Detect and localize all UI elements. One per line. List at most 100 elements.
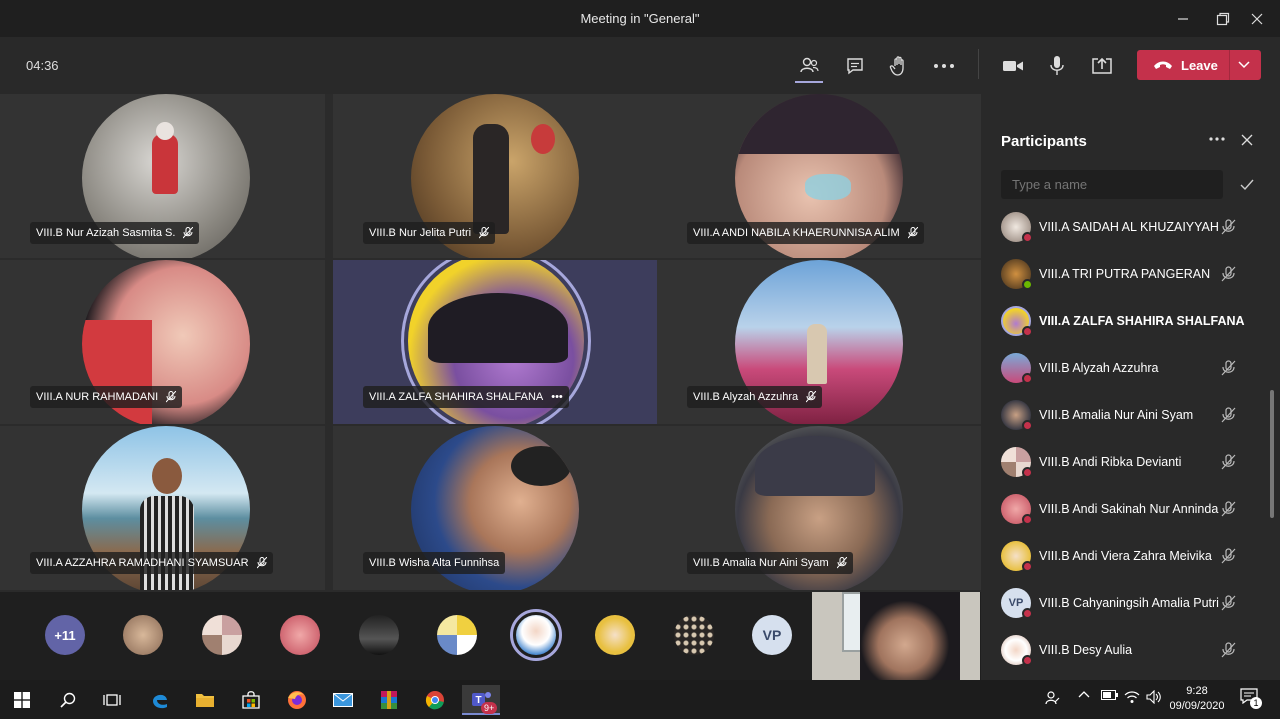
panel-scrollbar[interactable] bbox=[1270, 390, 1274, 518]
system-clock[interactable]: 9:28 09/09/2020 bbox=[1166, 684, 1228, 714]
participant-name-tag: VIII.B Nur Azizah Sasmita S. bbox=[30, 222, 200, 244]
participant-name: VIII.A SAIDAH AL KHUZAIYYAH bbox=[1039, 220, 1219, 234]
edge-app[interactable] bbox=[144, 685, 176, 715]
participant-thumbnail[interactable] bbox=[202, 615, 242, 655]
search-participants-input[interactable] bbox=[1001, 170, 1223, 199]
participant-thumbnail[interactable] bbox=[674, 615, 714, 655]
video-tile[interactable]: VIII.A NUR RAHMADANI bbox=[0, 260, 325, 424]
mic-muted-icon bbox=[479, 227, 490, 239]
participant-thumbnail[interactable] bbox=[359, 615, 399, 655]
clock-time: 9:28 bbox=[1186, 685, 1208, 697]
store-app[interactable] bbox=[235, 685, 267, 715]
battery-tray-button[interactable] bbox=[1101, 690, 1119, 700]
video-tile[interactable]: VIII.B Nur Azizah Sasmita S. bbox=[0, 94, 325, 258]
close-button[interactable] bbox=[1234, 8, 1280, 30]
participant-row[interactable]: VIII.A SAIDAH AL KHUZAIYYAH bbox=[1001, 208, 1261, 248]
notification-count: 1 bbox=[1250, 697, 1262, 709]
participant-row[interactable]: VP VIII.B Cahyaningsih Amalia Putri bbox=[1001, 584, 1261, 624]
clock-date: 09/09/2020 bbox=[1169, 700, 1225, 712]
participant-thumbnail[interactable] bbox=[437, 615, 477, 655]
search-button[interactable] bbox=[52, 685, 84, 715]
checkmark-icon[interactable] bbox=[1240, 179, 1254, 190]
status-indicator bbox=[1022, 561, 1033, 572]
participant-initials-avatar[interactable]: VP bbox=[752, 615, 792, 655]
mic-muted-icon bbox=[1220, 501, 1236, 522]
mail-app[interactable] bbox=[327, 685, 359, 715]
more-actions-button[interactable] bbox=[928, 50, 960, 82]
participant-thumbnail[interactable] bbox=[280, 615, 320, 655]
show-conversation-button[interactable] bbox=[839, 50, 871, 82]
participants-panel: Participants VIII.A SAIDAH AL KHUZAIYYAH… bbox=[981, 94, 1280, 680]
more-icon bbox=[934, 64, 954, 68]
share-screen-icon bbox=[1092, 57, 1112, 74]
participant-row[interactable]: VIII.B Andi Ribka Devianti bbox=[1001, 443, 1261, 483]
participant-thumbnail[interactable] bbox=[595, 615, 635, 655]
volume-tray-button[interactable] bbox=[1146, 690, 1162, 704]
store-bag-icon bbox=[242, 691, 260, 709]
title-bar: Meeting in "General" bbox=[0, 0, 1280, 37]
battery-icon bbox=[1101, 690, 1118, 700]
close-icon[interactable] bbox=[1241, 134, 1253, 146]
leave-button[interactable]: Leave bbox=[1137, 50, 1261, 80]
video-tile-active-speaker[interactable]: VIII.A ZALFA SHAHIRA SHALFANA ••• bbox=[333, 260, 658, 424]
participant-row[interactable]: VIII.B Andi Sakinah Nur Anninda bbox=[1001, 490, 1261, 530]
participant-name-tag: VIII.B Nur Jelita Putri bbox=[363, 222, 496, 244]
mic-muted-icon bbox=[166, 391, 177, 403]
hand-icon bbox=[889, 56, 904, 76]
show-participants-button[interactable] bbox=[793, 50, 825, 83]
more-participants-badge[interactable]: +11 bbox=[45, 615, 85, 655]
self-video-preview[interactable] bbox=[812, 592, 980, 680]
mic-muted-icon bbox=[256, 557, 267, 569]
show-hidden-icons-button[interactable] bbox=[1078, 690, 1090, 698]
close-icon bbox=[1251, 13, 1263, 25]
participant-thumbnail[interactable] bbox=[123, 615, 163, 655]
status-indicator bbox=[1022, 232, 1033, 243]
participant-name: VIII.B Nur Azizah Sasmita S. bbox=[36, 227, 176, 239]
video-tile[interactable]: VIII.B Nur Jelita Putri bbox=[333, 94, 658, 258]
wifi-tray-button[interactable] bbox=[1124, 690, 1140, 704]
more-options-icon[interactable]: ••• bbox=[551, 391, 563, 403]
more-icon[interactable] bbox=[1209, 137, 1225, 141]
leave-label: Leave bbox=[1181, 58, 1218, 73]
active-indicator bbox=[795, 81, 823, 83]
participant-row[interactable]: VIII.B Desy Aulia bbox=[1001, 631, 1261, 671]
share-content-button[interactable] bbox=[1086, 50, 1118, 82]
participant-name: VIII.B Andi Ribka Devianti bbox=[1039, 455, 1182, 469]
mic-muted-icon bbox=[1220, 407, 1236, 428]
mic-muted-icon bbox=[183, 227, 194, 239]
raise-hand-button[interactable] bbox=[883, 50, 915, 82]
windows-logo-icon bbox=[14, 692, 30, 708]
video-tile[interactable]: VIII.A ANDI NABILA KHAERUNNISA ALIM bbox=[657, 94, 982, 258]
task-view-button[interactable] bbox=[96, 685, 128, 715]
participant-row-speaking[interactable]: VIII.A ZALFA SHAHIRA SHALFANA bbox=[1001, 302, 1261, 342]
mic-muted-icon bbox=[1220, 454, 1236, 475]
chrome-app[interactable] bbox=[419, 685, 451, 715]
participant-name-tag: VIII.B Amalia Nur Aini Syam bbox=[687, 552, 853, 574]
status-indicator bbox=[1022, 373, 1033, 384]
firefox-app[interactable] bbox=[281, 685, 313, 715]
participant-name-tag: VIII.A ANDI NABILA KHAERUNNISA ALIM bbox=[687, 222, 924, 244]
participant-row[interactable]: VIII.A TRI PUTRA PANGERAN bbox=[1001, 255, 1261, 295]
participant-row[interactable]: VIII.B Amalia Nur Aini Syam bbox=[1001, 396, 1261, 436]
participant-name: VIII.A AZZAHRA RAMADHANI SYAMSUAR bbox=[36, 557, 249, 569]
chrome-icon bbox=[425, 691, 444, 710]
video-tile[interactable]: VIII.B Amalia Nur Aini Syam bbox=[657, 426, 982, 590]
video-tile[interactable]: VIII.B Wisha Alta Funnihsa bbox=[333, 426, 658, 590]
action-center-button[interactable]: 1 bbox=[1240, 688, 1262, 709]
people-tray-button[interactable] bbox=[1044, 690, 1060, 706]
microphone-button[interactable] bbox=[1041, 50, 1073, 82]
status-indicator bbox=[1022, 420, 1033, 431]
participant-row[interactable]: VIII.B Alyzah Azzuhra bbox=[1001, 349, 1261, 389]
file-explorer-app[interactable] bbox=[189, 685, 221, 715]
start-button[interactable] bbox=[6, 685, 38, 715]
participant-row[interactable]: VIII.B Andi Viera Zahra Meivika bbox=[1001, 537, 1261, 577]
video-tile[interactable]: VIII.A AZZAHRA RAMADHANI SYAMSUAR bbox=[0, 426, 325, 590]
participant-name-tag: VIII.A NUR RAHMADANI bbox=[30, 386, 183, 408]
mic-muted-icon bbox=[1220, 266, 1236, 287]
camera-button[interactable] bbox=[997, 50, 1029, 82]
participant-thumbnail-active[interactable] bbox=[510, 609, 562, 661]
video-tile[interactable]: VIII.B Alyzah Azzuhra bbox=[657, 260, 982, 424]
teams-app[interactable]: T 9+ bbox=[462, 685, 500, 715]
winrar-app[interactable] bbox=[373, 685, 405, 715]
folder-icon bbox=[196, 694, 214, 707]
